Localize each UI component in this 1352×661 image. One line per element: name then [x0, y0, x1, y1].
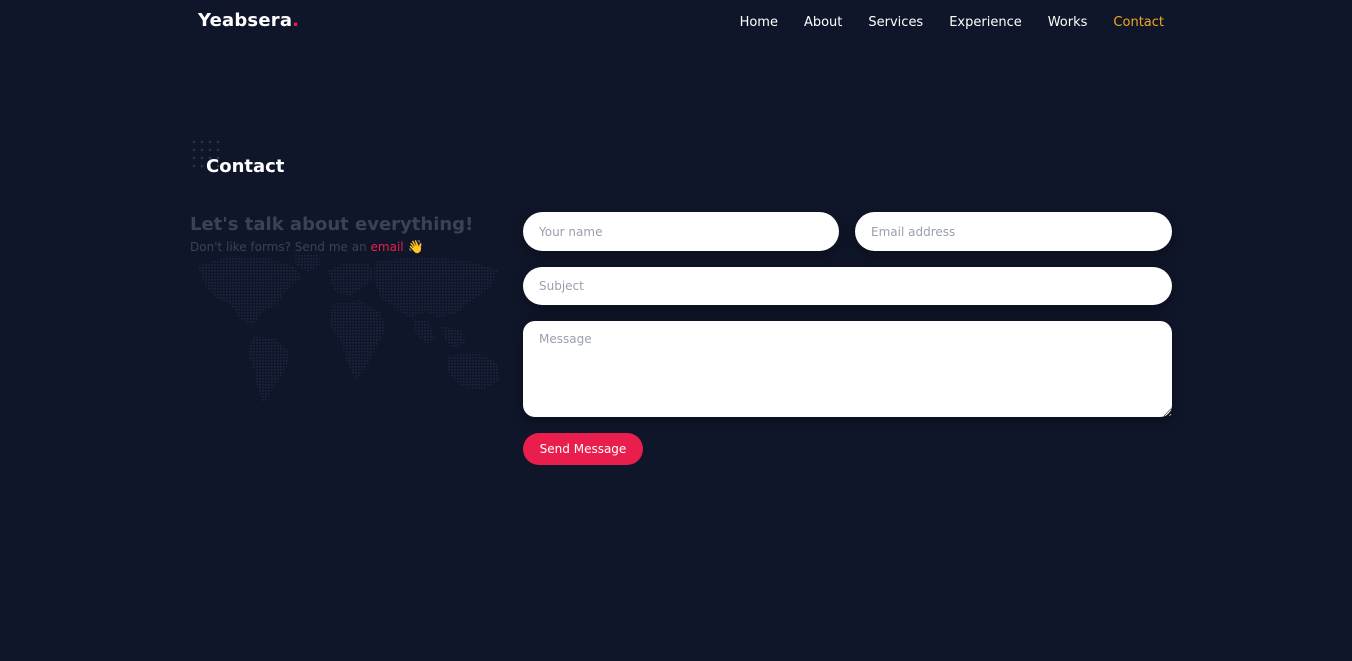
- email-input[interactable]: [855, 212, 1172, 251]
- nav-home[interactable]: Home: [740, 15, 778, 30]
- send-message-button[interactable]: Send Message: [523, 433, 643, 465]
- section-title: Contact: [206, 156, 285, 177]
- nav-works[interactable]: Works: [1048, 15, 1088, 30]
- message-textarea[interactable]: [523, 321, 1172, 417]
- brand-name: Yeabsera: [198, 10, 293, 31]
- intro-heading: Let's talk about everything!: [190, 214, 474, 235]
- subject-input[interactable]: [523, 267, 1172, 305]
- site-header: Yeabsera. Home About Services Experience…: [0, 0, 1352, 46]
- world-map-icon: [198, 254, 500, 404]
- nav-about[interactable]: About: [804, 15, 842, 30]
- main-nav: Home About Services Experience Works Con…: [740, 15, 1164, 30]
- brand-logo[interactable]: Yeabsera.: [198, 10, 299, 31]
- nav-experience[interactable]: Experience: [949, 15, 1022, 30]
- nav-contact[interactable]: Contact: [1113, 15, 1164, 30]
- nav-services[interactable]: Services: [868, 15, 923, 30]
- brand-dot: .: [292, 10, 300, 31]
- contact-page: Yeabsera. Home About Services Experience…: [0, 0, 1352, 661]
- name-input[interactable]: [523, 212, 839, 251]
